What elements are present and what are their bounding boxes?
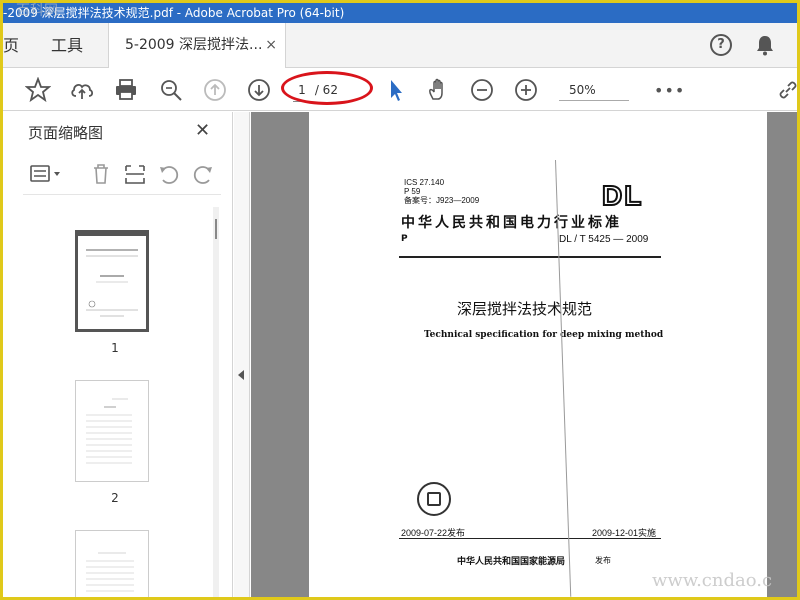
thumbnail-scrollbar[interactable] bbox=[213, 207, 219, 597]
tab-bar: 页 工具 5-2009 深层搅拌法... × ? bbox=[3, 23, 797, 68]
seal-emblem-inner bbox=[427, 492, 441, 506]
doc-organization: 中华人民共和国电力行业标准 bbox=[401, 215, 622, 231]
page-down-icon[interactable] bbox=[246, 77, 272, 103]
extract-page-icon[interactable] bbox=[123, 162, 147, 186]
link-icon[interactable] bbox=[775, 77, 797, 103]
tab-document-label: 5-2009 深层搅拌法... bbox=[125, 37, 263, 53]
delete-page-icon[interactable] bbox=[89, 162, 113, 186]
thumbnail-toolbar bbox=[23, 162, 223, 188]
collapse-arrow-icon[interactable] bbox=[238, 370, 244, 380]
bell-icon[interactable] bbox=[755, 34, 775, 56]
rotate-left-icon[interactable] bbox=[157, 162, 181, 186]
zoom-search-icon[interactable] bbox=[158, 77, 184, 103]
thumbnail-panel: 页面缩略图 ✕ 1 2 bbox=[3, 112, 233, 597]
thumbnail-scrollbar-thumb[interactable] bbox=[215, 219, 217, 239]
doc-standard-code: DL / T 5425 — 2009 bbox=[559, 234, 649, 245]
tab-close-icon[interactable]: × bbox=[265, 23, 277, 68]
page-thumbnail-3[interactable] bbox=[75, 530, 149, 597]
page-thumbnail-2[interactable] bbox=[75, 380, 149, 482]
doc-logo: DL bbox=[601, 179, 644, 212]
watermark-top-left: 百科网 bbox=[16, 3, 58, 19]
help-icon[interactable]: ? bbox=[710, 34, 732, 56]
doc-title-cn: 深层搅拌法技术规范 bbox=[457, 300, 593, 318]
doc-p-code: P 59 bbox=[404, 187, 421, 196]
more-tools-icon[interactable]: ••• bbox=[654, 81, 685, 100]
window-titlebar: -2009 深层搅拌法技术规范.pdf - Adobe Acrobat Pro … bbox=[3, 3, 797, 23]
select-cursor-icon[interactable] bbox=[383, 77, 409, 103]
toolbar-divider bbox=[23, 194, 221, 195]
document-canvas[interactable]: ICS 27.140 P 59 备案号：J923—2009 DL 中华人民共和国… bbox=[251, 112, 797, 597]
page-thumbnail-1-preview bbox=[86, 249, 138, 317]
page-up-icon[interactable] bbox=[202, 77, 228, 103]
panel-close-icon[interactable]: ✕ bbox=[195, 120, 210, 141]
canvas-right-margin bbox=[767, 112, 797, 597]
print-icon[interactable] bbox=[113, 77, 139, 103]
highlight-ring bbox=[281, 71, 373, 105]
zoom-in-icon[interactable] bbox=[513, 77, 539, 103]
page-thumbnail-3-preview bbox=[86, 552, 134, 592]
zoom-level-select[interactable]: 50% bbox=[559, 79, 629, 101]
doc-header-rule bbox=[399, 256, 661, 258]
tab-document[interactable]: 5-2009 深层搅拌法... × bbox=[108, 23, 286, 68]
thumbnail-options-icon[interactable] bbox=[29, 162, 63, 186]
pdf-page[interactable]: ICS 27.140 P 59 备案号：J923—2009 DL 中华人民共和国… bbox=[309, 112, 767, 597]
tab-home[interactable]: 页 bbox=[3, 23, 27, 68]
doc-issuer: 中华人民共和国国家能源局 bbox=[457, 557, 566, 567]
hand-tool-icon[interactable] bbox=[425, 77, 451, 103]
seal-emblem bbox=[417, 482, 451, 516]
rotate-right-icon[interactable] bbox=[191, 162, 215, 186]
star-icon[interactable] bbox=[25, 77, 51, 103]
thumbnail-label-2: 2 bbox=[111, 491, 119, 505]
thumbnail-label-1: 1 bbox=[111, 341, 119, 355]
cloud-upload-icon[interactable] bbox=[69, 77, 95, 103]
main-toolbar: 1 / 62 50% ••• bbox=[3, 69, 797, 111]
doc-ics: ICS 27.140 bbox=[404, 178, 445, 187]
doc-footer-rule bbox=[399, 538, 661, 539]
page-thumbnail-1[interactable] bbox=[75, 230, 149, 332]
watermark-bottom-right: www.cndao.c bbox=[652, 570, 773, 591]
zoom-out-icon[interactable] bbox=[469, 77, 495, 103]
doc-issuer-suffix: 发布 bbox=[595, 556, 611, 565]
doc-category: P bbox=[401, 234, 408, 244]
page-thumbnail-2-preview bbox=[86, 398, 132, 464]
tab-tools[interactable]: 工具 bbox=[27, 23, 107, 68]
doc-record-no: 备案号：J923—2009 bbox=[404, 196, 480, 205]
acrobat-window: -2009 深层搅拌法技术规范.pdf - Adobe Acrobat Pro … bbox=[3, 3, 797, 597]
panel-collapse-strip[interactable] bbox=[234, 112, 250, 597]
thumbnail-panel-title: 页面缩略图 bbox=[28, 124, 104, 142]
doc-title-en: Technical specification for deep mixing … bbox=[424, 330, 664, 340]
